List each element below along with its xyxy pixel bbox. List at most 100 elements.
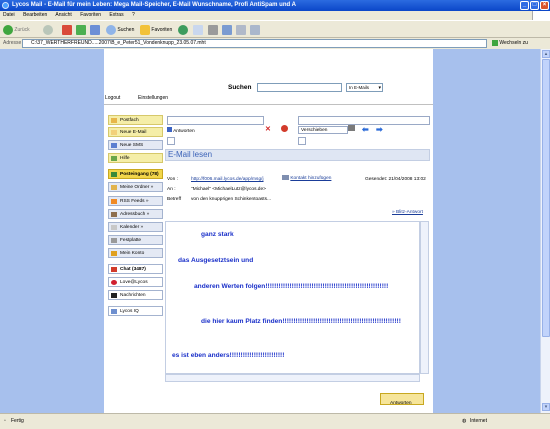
sidebar-item-help[interactable]: Hilfe <box>108 153 163 163</box>
subject-label: Betreff <box>167 197 182 202</box>
print-button[interactable] <box>208 24 218 36</box>
reply-bottom-button[interactable]: Antworten <box>380 393 424 406</box>
menu-help[interactable]: ? <box>132 12 135 18</box>
forward-arrow-icon <box>43 24 53 35</box>
to-label: An : <box>167 187 176 192</box>
subject-value: von den knupprigen Schinkentoasts... <box>191 197 272 202</box>
sidebar-item-new-mail[interactable]: Neue E-Mail <box>108 127 163 137</box>
move-button[interactable]: Verschieben <box>298 126 348 134</box>
scrollbar-thumb[interactable] <box>542 59 550 337</box>
zone-text: Internet <box>470 418 487 424</box>
go-button[interactable]: Wechseln zu <box>492 38 528 49</box>
news-icon <box>111 293 117 298</box>
favorites-star-icon <box>140 24 150 35</box>
page-scrollbar[interactable]: ▴ ▾ <box>540 49 550 413</box>
home-button[interactable] <box>90 24 100 36</box>
close-button[interactable]: × <box>540 1 549 10</box>
to-value: "Michael" <MichaelLutz@lycos.de> <box>191 187 266 192</box>
previous-arrow-icon[interactable]: ⬅ <box>362 125 369 134</box>
mail-body: ganz stark das Ausgesetztsein und andere… <box>165 221 420 374</box>
sidebar-item-news[interactable]: Nachrichten <box>108 290 163 300</box>
addressbook-icon <box>111 212 117 217</box>
menu-datei[interactable]: Datei <box>3 12 15 18</box>
reply-icon <box>167 127 172 132</box>
messenger-button[interactable] <box>250 24 260 36</box>
toolbar-field-right[interactable] <box>298 116 430 125</box>
reply-button[interactable]: Antworten <box>167 127 195 136</box>
body-line-4: die hier kaum Platz finden!!!!!!!!!!!!!!… <box>201 318 401 325</box>
status-bar: ▫ Fertig ◍ Internet <box>0 413 550 429</box>
logout-link[interactable]: Logout <box>105 95 120 101</box>
from-link[interactable]: http://f006.mail.lycos.de/app/msg/j <box>191 177 264 182</box>
sidebar-item-my-folders[interactable]: Meine Ordner » <box>108 182 163 192</box>
sidebar-item-new-sms[interactable]: Neue SMS <box>108 140 163 150</box>
menu-bar: Datei Bearbeiten Ansicht Favoriten Extra… <box>0 11 550 20</box>
mail-button[interactable] <box>193 24 203 36</box>
mail-body-vertical-scrollbar[interactable] <box>420 221 429 374</box>
settings-link[interactable]: Einstellungen <box>138 95 168 101</box>
search-input[interactable] <box>257 83 342 92</box>
phone-icon <box>111 143 117 148</box>
reply-dropdown[interactable] <box>167 137 175 145</box>
mail-icon <box>193 24 203 35</box>
discuss-button[interactable] <box>236 24 246 36</box>
print-icon <box>208 24 218 35</box>
search-button[interactable]: Suchen <box>106 24 134 36</box>
forward-button[interactable] <box>43 24 53 36</box>
inbox-icon <box>111 172 117 177</box>
stop-button[interactable] <box>62 24 72 36</box>
print-mail-button[interactable] <box>348 125 355 134</box>
toolbar-field-left[interactable] <box>167 116 264 125</box>
spam-button[interactable] <box>281 125 288 134</box>
sidebar-item-inbox[interactable]: Posteingang (78) <box>108 169 163 179</box>
chat-icon <box>111 267 117 272</box>
sidebar-item-love[interactable]: Love@Lycos <box>108 277 163 287</box>
ie-logo-icon <box>2 2 9 9</box>
account-icon <box>111 251 117 256</box>
address-input[interactable]: C:\37_WERTHERFREUND.....2007\B_e_Peter51… <box>22 39 487 48</box>
sidebar-item-addressbook[interactable]: Adressbuch » <box>108 209 163 219</box>
delete-icon[interactable]: ✕ <box>265 125 271 134</box>
edit-button[interactable] <box>222 24 232 36</box>
help-icon <box>111 156 117 161</box>
window-title-bar: Lycos Mail - E-Mail für mein Leben: Mega… <box>0 0 550 11</box>
next-arrow-icon[interactable]: ➡ <box>376 125 383 134</box>
stop-icon <box>62 24 72 35</box>
mail-body-horizontal-scrollbar[interactable] <box>165 374 420 382</box>
scroll-up-arrow-icon[interactable]: ▴ <box>542 50 550 58</box>
harddisk-icon <box>111 238 117 243</box>
refresh-button[interactable] <box>76 24 86 36</box>
body-line-5: es ist eben anders!!!!!!!!!!!!!!!!!!!!!!… <box>172 352 285 359</box>
sidebar-item-lycos-iq[interactable]: Lycos IQ <box>108 306 163 316</box>
quick-reply-link[interactable]: » Blitz-Antwort <box>392 210 423 215</box>
heart-icon <box>111 280 117 285</box>
folder-icon <box>111 185 117 190</box>
add-contact-button[interactable]: Kontakt hinzufügen <box>282 175 331 181</box>
body-line-2: das Ausgesetztsein und <box>178 257 254 264</box>
move-dropdown[interactable] <box>298 137 306 145</box>
menu-ansicht[interactable]: Ansicht <box>55 12 71 18</box>
sidebar-item-chat[interactable]: Chat (3487) <box>108 264 163 274</box>
scroll-down-arrow-icon[interactable]: ▾ <box>542 403 550 411</box>
printer-icon <box>348 125 355 131</box>
calendar-icon <box>111 225 117 230</box>
menu-extras[interactable]: Extras <box>109 12 123 18</box>
history-button[interactable] <box>178 24 188 36</box>
maximize-button[interactable]: □ <box>530 1 539 10</box>
sidebar-item-account[interactable]: Mein Konto <box>108 248 163 258</box>
sidebar-item-storage[interactable]: Festplatte <box>108 235 163 245</box>
sidebar-item-rss[interactable]: RSS Feeds » <box>108 196 163 206</box>
menu-bearbeiten[interactable]: Bearbeiten <box>23 12 47 18</box>
edit-icon <box>222 24 232 35</box>
envelope-icon <box>111 130 117 135</box>
minimize-button[interactable]: _ <box>520 1 529 10</box>
sidebar-item-postfach[interactable]: Postfach <box>108 115 163 125</box>
rss-icon <box>111 199 117 204</box>
menu-favoriten[interactable]: Favoriten <box>80 12 101 18</box>
sidebar-item-calendar[interactable]: Kalender » <box>108 222 163 232</box>
favorites-button[interactable]: Favoriten <box>140 24 172 36</box>
body-line-3: anderen Werten folgen!!!!!!!!!!!!!!!!!!!… <box>194 283 389 290</box>
search-scope-select[interactable]: In E-Mails <box>346 83 383 92</box>
mail-toolbar: Antworten ✕ Verschieben ⬅ ➡ <box>165 116 430 147</box>
back-button[interactable]: Zurück <box>3 24 30 36</box>
